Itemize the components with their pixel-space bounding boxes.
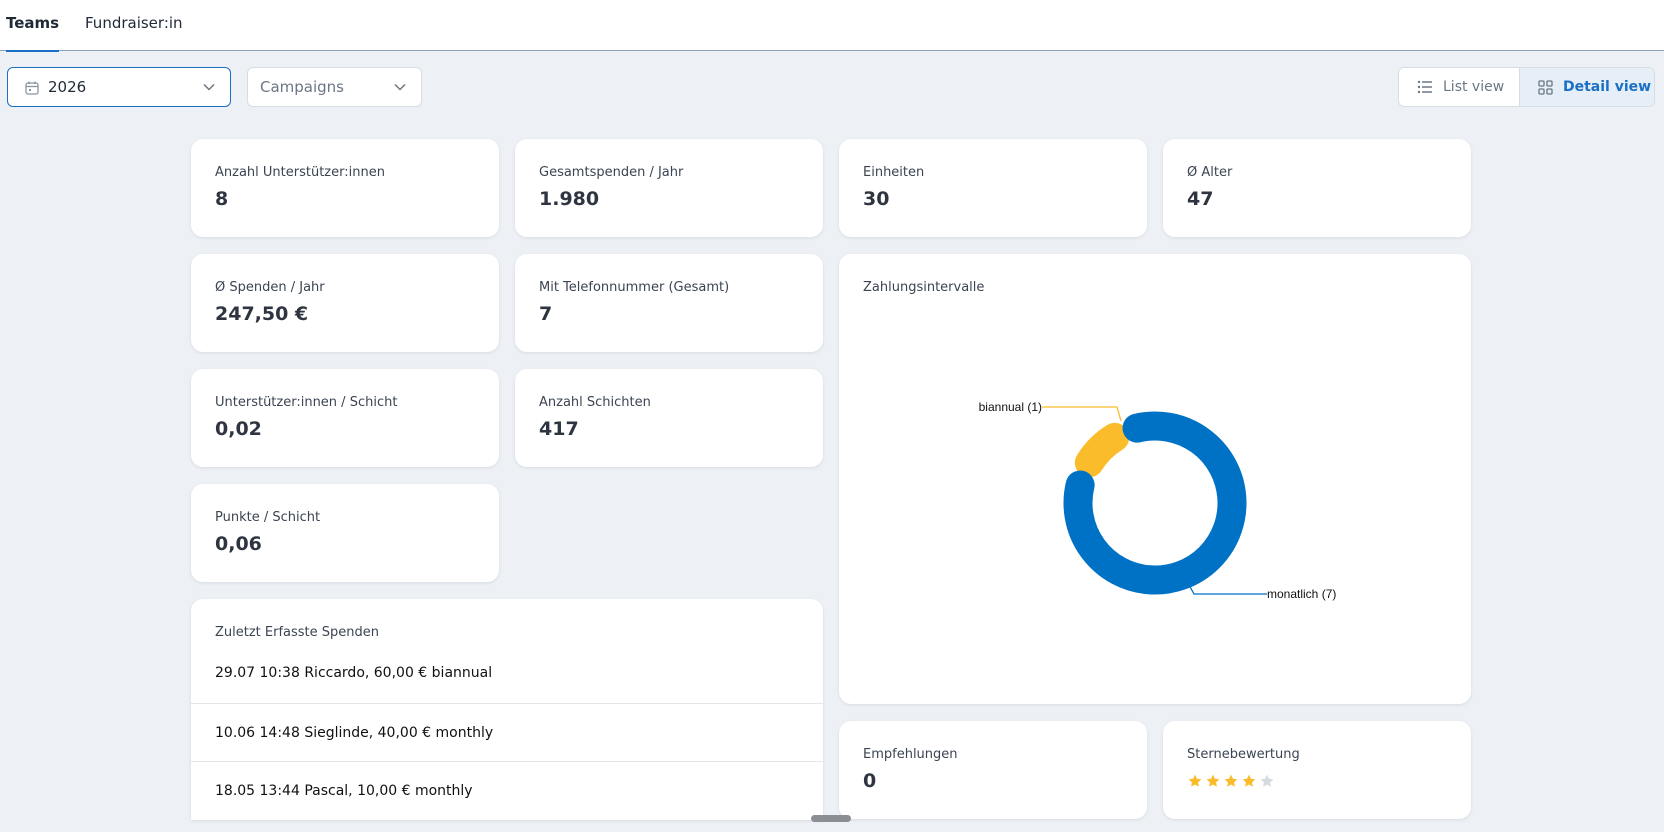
stat-card-avg-age: Ø Alter 47 <box>1163 139 1471 237</box>
list-icon <box>1417 80 1432 94</box>
star-filled-icon <box>1188 774 1202 787</box>
chevron-down-icon <box>203 83 215 91</box>
donation-list-item: 29.07 10:38 Riccardo, 60,00 € biannual <box>215 665 493 681</box>
calendar-icon <box>25 81 39 95</box>
stat-card-with-phone: Mit Telefonnummer (Gesamt) 7 <box>515 254 823 352</box>
stat-label: Einheiten <box>863 165 925 180</box>
stat-label: Gesamtspenden / Jahr <box>539 165 684 180</box>
stat-value: 417 <box>539 418 579 440</box>
payment-intervals-card: Zahlungsintervalle biannual (1) monatlich… <box>839 254 1471 704</box>
campaigns-select-placeholder: Campaigns <box>260 78 345 96</box>
chevron-down-icon <box>394 83 406 91</box>
stat-card-units: Einheiten 30 <box>839 139 1147 237</box>
campaigns-select[interactable]: Campaigns <box>247 67 422 107</box>
stat-card-shifts: Anzahl Schichten 417 <box>515 369 823 467</box>
list-view-label: List view <box>1443 79 1505 95</box>
donut-label-monatlich: monatlich (7) <box>1267 587 1336 601</box>
donation-list-item: 18.05 13:44 Pascal, 10,00 € monthly <box>191 761 823 819</box>
stat-label: Unterstützer:innen / Schicht <box>215 395 398 410</box>
leader-line-monatlich <box>1187 582 1267 595</box>
stat-card-total-donations: Gesamtspenden / Jahr 1.980 <box>515 139 823 237</box>
star-rating-label: Sternebewertung <box>1187 747 1300 762</box>
detail-view-label: Detail view <box>1563 79 1652 95</box>
stat-label: Ø Spenden / Jahr <box>215 280 325 295</box>
top-tab-bar: Teams Fundraiser:in <box>0 0 1664 52</box>
stat-value: 0,02 <box>215 418 262 440</box>
star-empty-icon <box>1260 774 1274 787</box>
year-select-value: 2026 <box>48 78 87 96</box>
star-filled-icon <box>1206 774 1220 787</box>
stat-label: Ø Alter <box>1187 165 1233 180</box>
scroll-handle[interactable] <box>811 815 851 822</box>
stat-value: 30 <box>863 188 890 210</box>
payment-intervals-donut-chart: biannual (1) monatlich (7) <box>979 400 1337 601</box>
stat-label: Anzahl Unterstützer:innen <box>215 165 385 180</box>
stat-label: Mit Telefonnummer (Gesamt) <box>539 280 730 295</box>
list-view-button[interactable]: List view <box>1399 68 1520 106</box>
stat-value: 7 <box>539 303 553 325</box>
stat-label: Anzahl Schichten <box>539 395 651 410</box>
detail-view-button[interactable]: Detail view <box>1520 68 1654 106</box>
stat-value: 0,06 <box>215 533 262 555</box>
stat-label: Empfehlungen <box>863 747 958 762</box>
star-rating <box>1187 773 1275 789</box>
stat-card-supporters-per-shift: Unterstützer:innen / Schicht 0,02 <box>191 369 499 467</box>
view-toggle: List view Detail view <box>1398 67 1655 107</box>
stat-value: 1.980 <box>539 188 600 210</box>
year-select[interactable]: 2026 <box>7 67 231 107</box>
stat-card-referrals: Empfehlungen 0 <box>839 721 1147 819</box>
star-filled-icon <box>1224 774 1238 787</box>
donut-label-biannual: biannual (1) <box>979 400 1042 414</box>
star-filled-icon <box>1242 774 1256 787</box>
grid-icon <box>1538 79 1553 95</box>
stat-value: 247,50 € <box>215 303 309 325</box>
tab-teams[interactable]: Teams <box>6 0 60 52</box>
stat-value: 47 <box>1187 188 1214 210</box>
recent-donations-title: Zuletzt Erfasste Spenden <box>215 625 380 640</box>
stat-card-points-per-shift: Punkte / Schicht 0,06 <box>191 484 499 582</box>
donut-slice-biannual[interactable] <box>1074 422 1130 478</box>
donation-list-item: 10.06 14:48 Sieglinde, 40,00 € monthly <box>191 703 823 761</box>
star-rating-card: Sternebewertung <box>1163 721 1471 819</box>
recent-donations-card: Zuletzt Erfasste Spenden 29.07 10:38 Ric… <box>191 599 823 820</box>
stat-value: 0 <box>863 770 877 792</box>
stat-value: 8 <box>215 188 229 210</box>
stat-label: Punkte / Schicht <box>215 510 321 525</box>
stat-card-avg-donation: Ø Spenden / Jahr 247,50 € <box>191 254 499 352</box>
tab-fundraiser[interactable]: Fundraiser:in <box>85 0 183 51</box>
stat-card-supporters: Anzahl Unterstützer:innen 8 <box>191 139 499 237</box>
leader-line-biannual <box>1042 406 1122 422</box>
